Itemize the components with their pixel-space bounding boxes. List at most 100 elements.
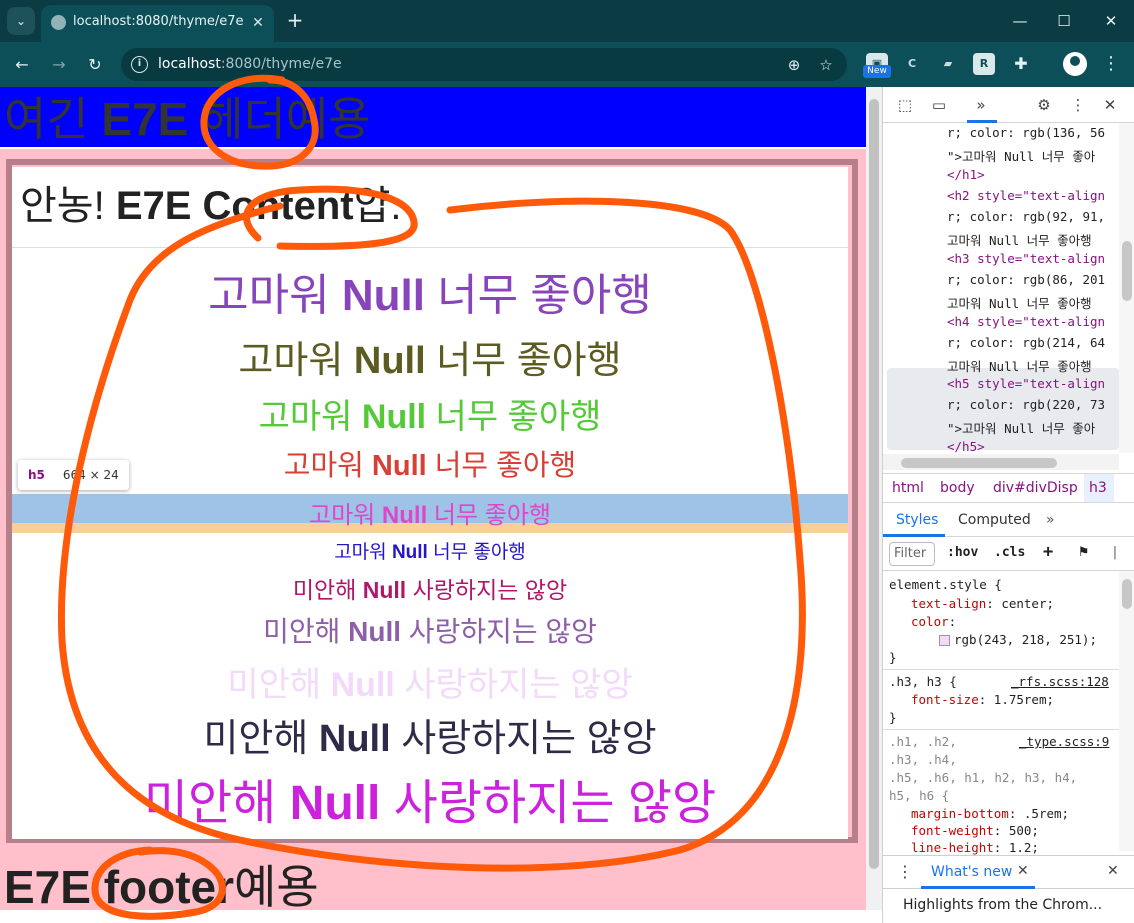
close-window-button[interactable]: ✕ — [1096, 8, 1126, 34]
rule-headings-selector: h5, h6 { — [889, 788, 950, 803]
style-prop-color[interactable]: color: — [911, 614, 956, 629]
style-prop-font-size[interactable]: font-size: 1.75rem; — [911, 692, 1054, 707]
reader-icon[interactable]: R — [973, 53, 995, 75]
tab-styles[interactable]: Styles — [896, 512, 938, 528]
style-prop-line-height[interactable]: line-height: 1.2; — [911, 840, 1039, 855]
elements-h-scrollbar[interactable] — [883, 454, 1119, 470]
browser-tab[interactable]: localhost:8080/thyme/e7e ✕ — [41, 5, 274, 42]
tag-icon[interactable]: ▰ — [937, 53, 959, 75]
breadcrumb-html[interactable]: html — [892, 480, 924, 496]
globe-icon — [51, 15, 66, 30]
color-swatch[interactable] — [939, 635, 950, 646]
more-style-tabs-icon[interactable]: » — [1046, 512, 1055, 528]
tab-title: localhost:8080/thyme/e7e — [73, 14, 244, 29]
heading-line: 미안해 Null 사랑하지는 않앙 — [227, 666, 633, 704]
reload-icon[interactable]: ↻ — [82, 52, 108, 78]
devtools-more-icon[interactable]: ⋮ — [1068, 95, 1088, 115]
device-toggle-icon[interactable]: ▭ — [929, 95, 949, 115]
heading-line: 고마워 Null 너무 좋아행 — [208, 271, 652, 320]
bookmark-star-icon[interactable]: ☆ — [815, 54, 837, 76]
elements-scroll-thumb[interactable] — [1122, 241, 1132, 301]
style-prop-margin-bottom[interactable]: margin-bottom: .5rem; — [911, 806, 1069, 821]
elements-tree: r; color: rgb(136, 56 ">고마워 Null 너무 좋아 </h… — [883, 123, 1119, 454]
rule-divider — [883, 729, 1119, 730]
site-info-icon[interactable]: i — [131, 56, 148, 73]
breadcrumb-h3[interactable]: h3 — [1089, 480, 1107, 496]
drawer-close-icon[interactable]: ✕ — [1107, 863, 1119, 879]
content-area: 안농! E7E Content얍. 고마워 Null 너무 좋아행 고마워 Nul… — [0, 149, 866, 853]
tab-search-button[interactable]: ⌄ — [7, 7, 35, 35]
tab-computed[interactable]: Computed — [958, 512, 1031, 528]
styles-filter-input[interactable]: Filter — [889, 542, 935, 566]
dom-tree-line[interactable]: ">고마워 Null 너무 좋아 — [947, 146, 1095, 165]
breadcrumb-div[interactable]: div#divDisp — [993, 480, 1078, 496]
dom-tree-line[interactable]: <h4 style="text-align — [947, 314, 1105, 329]
dom-tree-line[interactable]: 고마워 Null 너무 좋아행 — [947, 356, 1092, 375]
settings-gear-icon[interactable]: ⚙ — [1034, 95, 1054, 115]
style-color-value[interactable]: rgb(243, 218, 251); — [939, 632, 1097, 647]
devtools-close-icon[interactable]: ✕ — [1100, 95, 1120, 115]
profile-avatar[interactable] — [1063, 52, 1087, 76]
forward-arrow-icon[interactable]: → — [46, 52, 72, 78]
paint-brush-icon[interactable]: ⚑ — [1079, 542, 1088, 560]
styles-scrollbar[interactable] — [1119, 571, 1134, 851]
dom-tree-line[interactable]: <h3 style="text-align — [947, 251, 1105, 266]
dom-tree-line[interactable]: r; color: rgb(136, 56 — [947, 125, 1105, 140]
style-prop-font-weight[interactable]: font-weight: 500; — [911, 823, 1039, 838]
rule-divider — [883, 669, 1119, 670]
styles-tab-bar: Styles Computed » — [883, 503, 1134, 537]
dom-tree-line[interactable]: </h1> — [947, 167, 985, 182]
header-text: 여긴 E7E 헤더예용 — [4, 93, 371, 145]
dom-tree-line[interactable]: </h5> — [947, 439, 985, 454]
page-viewport: 여긴 E7E 헤더예용 안농! E7E Content얍. 고마워 Null 너… — [0, 87, 866, 910]
breadcrumb-body[interactable]: body — [940, 480, 975, 496]
page-scrollbar[interactable] — [866, 87, 882, 910]
dom-tree-line[interactable]: <h5 style="text-align — [947, 376, 1105, 391]
dom-tree-line[interactable]: r; color: rgb(86, 201 — [947, 272, 1105, 287]
style-prop-text-align[interactable]: text-align: center; — [911, 596, 1054, 611]
dom-tree-line[interactable]: r; color: rgb(92, 91, — [947, 209, 1105, 224]
dom-tree-line[interactable]: ">고마워 Null 너무 좋아 — [947, 418, 1095, 437]
rule-h3-selector: .h3, h3 { — [889, 674, 957, 689]
dom-tree-line[interactable]: 고마워 Null 너무 좋아행 — [947, 230, 1092, 249]
drawer-tab-close-icon[interactable]: ✕ — [1017, 863, 1029, 879]
dom-tree-line[interactable]: r; color: rgb(214, 64 — [947, 335, 1105, 350]
dom-tree-line[interactable]: <h2 style="text-align — [947, 188, 1105, 203]
extensions-icon[interactable]: ✚ — [1010, 53, 1032, 75]
sidebar-toggle-icon[interactable]: | — [1111, 545, 1119, 560]
tab-close-icon[interactable]: ✕ — [248, 13, 268, 33]
maximize-button[interactable]: ☐ — [1049, 8, 1079, 34]
heading-line: 고마워 Null 너무 좋아행 — [334, 542, 526, 563]
minimize-button[interactable]: — — [1005, 8, 1035, 34]
title-divider — [12, 247, 848, 248]
dom-tree-line[interactable]: r; color: rgb(220, 73 — [947, 397, 1105, 412]
rule-h3-source-link[interactable]: _rfs.scss:128 — [1011, 674, 1109, 689]
footer-text: E7E footer예용 — [4, 861, 319, 910]
heading-line: 고마워 Null 너무 좋아행 — [238, 340, 622, 382]
inspect-element-icon[interactable]: ⬚ — [895, 95, 915, 115]
back-arrow-icon[interactable]: ← — [9, 52, 35, 78]
page-scroll-thumb[interactable] — [869, 99, 879, 869]
element-style-selector: element.style { — [889, 577, 1002, 592]
new-tab-button[interactable]: + — [283, 9, 307, 33]
zoom-icon[interactable]: ⊕ — [783, 54, 805, 76]
cookie-icon[interactable]: C — [901, 53, 923, 75]
rule-headings-selector: .h5, .h6, h1, h2, h3, h4, — [889, 770, 1078, 785]
heading-line: 고마워 Null 너무 좋아행 — [258, 398, 602, 436]
rule-headings-selector: .h1, .h2, — [889, 734, 957, 749]
elements-scrollbar[interactable] — [1119, 123, 1134, 453]
more-menu-icon[interactable]: ⋮ — [1101, 52, 1121, 76]
new-rule-button[interactable]: + — [1043, 542, 1053, 562]
hover-state-toggle[interactable]: :hov — [947, 545, 978, 560]
styles-pane: element.style { text-align: center; colo… — [883, 571, 1119, 855]
drawer-menu-icon[interactable]: ⋮ — [897, 862, 913, 881]
dom-tree-line[interactable]: 고마워 Null 너무 좋아행 — [947, 293, 1092, 312]
class-toggle[interactable]: .cls — [994, 545, 1025, 560]
address-bar[interactable]: i localhost:8080/thyme/e7e ⊕ ☆ — [121, 48, 847, 81]
rule-headings-source-link[interactable]: _type.scss:9 — [1019, 734, 1109, 749]
more-tabs-icon[interactable]: » — [971, 95, 991, 115]
breadcrumb: html body div#divDisp h3 — [883, 473, 1134, 503]
styles-scroll-thumb[interactable] — [1122, 579, 1132, 609]
tab-whats-new[interactable]: What's new — [931, 864, 1012, 880]
elements-h-scroll-thumb[interactable] — [901, 458, 1057, 468]
